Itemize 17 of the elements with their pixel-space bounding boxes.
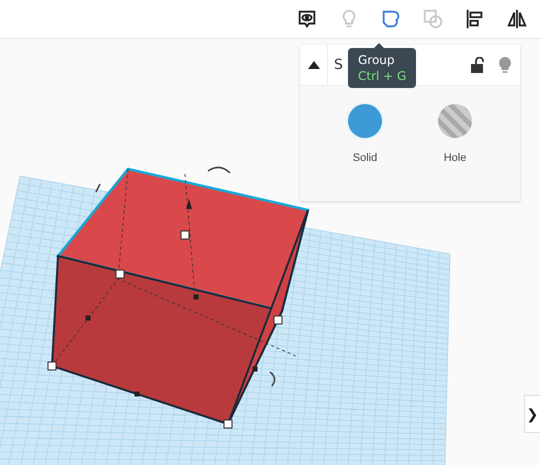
triangle-up-icon — [308, 61, 320, 69]
solid-swatch-icon — [348, 104, 382, 138]
eye-speech-bubble-icon — [296, 8, 318, 30]
option-label: Solid — [352, 152, 378, 164]
cube-drawing[interactable] — [48, 166, 310, 428]
padlock-icon[interactable] — [470, 57, 484, 73]
ungroup-shapes-icon — [422, 8, 444, 30]
mirror-icon — [506, 8, 528, 30]
group-shapes-icon — [380, 8, 402, 30]
striped-swatch-icon — [438, 104, 472, 138]
tooltip: Group Ctrl + G — [348, 48, 416, 88]
expand-side-button[interactable]: ❯ — [524, 395, 540, 433]
lightbulb-icon[interactable] — [498, 56, 512, 74]
solid-option[interactable]: Solid — [330, 104, 400, 164]
option-label: Hole — [444, 152, 466, 164]
hole-option[interactable]: Hole — [420, 104, 490, 164]
panel-title: S — [334, 57, 343, 73]
